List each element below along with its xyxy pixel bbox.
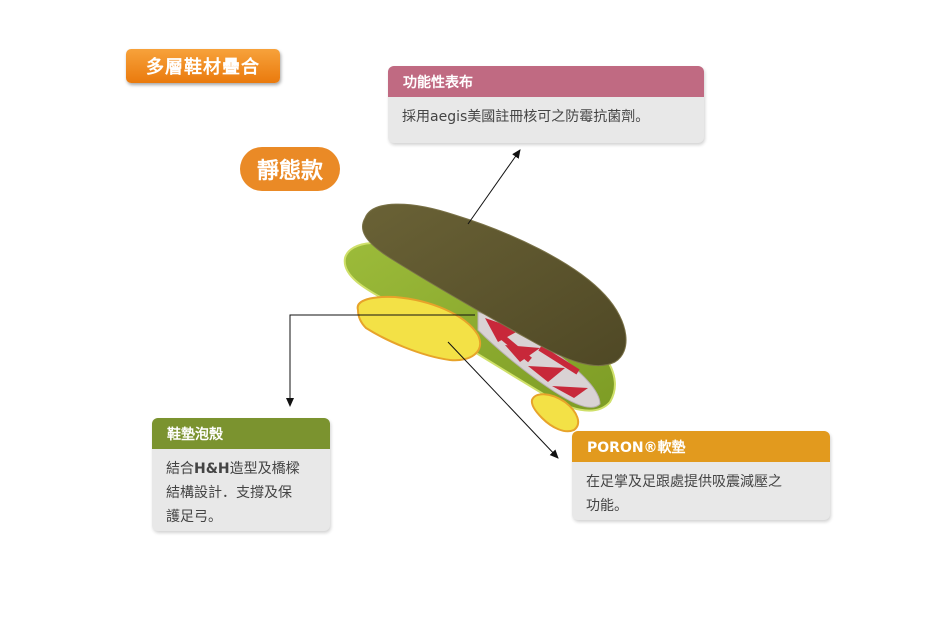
shell-card-text: 結合H&H造型及橋樑 結構設計．支撐及保 護足弓。 <box>152 449 330 531</box>
shell-line1-pre: 結合 <box>166 461 194 477</box>
shell-line3: 護足弓。 <box>166 509 222 525</box>
poron-card-text: 在足掌及足跟處提供吸震減壓之 功能。 <box>572 462 830 520</box>
shell-line1-post: 造型及橋樑 <box>229 461 300 477</box>
arrow-to-fabric <box>467 149 521 225</box>
fabric-card-title: 功能性表布 <box>388 66 704 97</box>
fabric-info-card: 功能性表布 採用aegis美國註冊核可之防霉抗菌劑。 <box>388 66 704 143</box>
shell-line2: 結構設計．支撐及保 <box>166 485 292 501</box>
poron-line1: 在足掌及足跟處提供吸震減壓之 <box>586 474 782 490</box>
shell-line1-bold: H&H <box>194 461 230 477</box>
poron-line2: 功能。 <box>586 498 628 514</box>
shell-info-card: 鞋墊泡殼 結合H&H造型及橋樑 結構設計．支撐及保 護足弓。 <box>152 418 330 531</box>
poron-card-title: PORON®軟墊 <box>572 431 830 462</box>
shell-card-title: 鞋墊泡殼 <box>152 418 330 449</box>
fabric-card-text: 採用aegis美國註冊核可之防霉抗菌劑。 <box>402 109 650 125</box>
poron-info-card: PORON®軟墊 在足掌及足跟處提供吸震減壓之 功能。 <box>572 431 830 520</box>
